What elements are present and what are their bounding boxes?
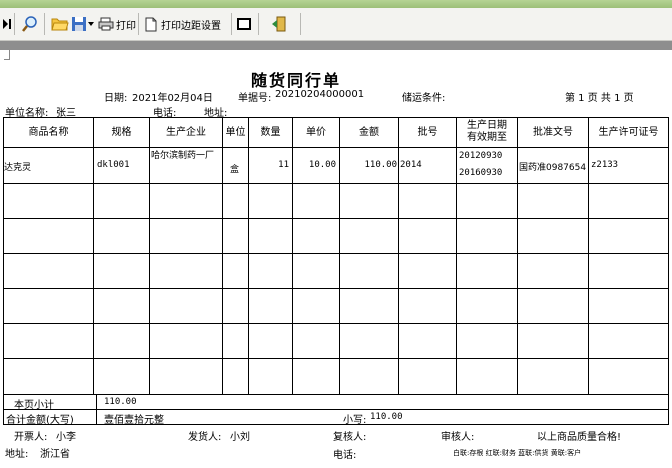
header-license-no: 生产许可证号	[598, 127, 659, 138]
drawer-value: 小李	[56, 432, 76, 443]
page-subtotal-value: 110.00	[104, 397, 137, 407]
header-spec: 规格	[111, 127, 132, 138]
header-quantity: 数量	[260, 127, 281, 138]
cell-license-no: z2133	[591, 160, 619, 170]
footer-address-value: 浙江省	[40, 449, 70, 460]
header-production-expiry-date: 生产日期 有效期至	[467, 120, 507, 143]
goods-table-grid	[3, 117, 669, 425]
footer-address-label: 地址:	[5, 449, 29, 460]
checker-label: 复核人:	[333, 432, 367, 443]
header-batch-no: 批号	[417, 127, 438, 138]
cell-expiry-date: 20160930	[459, 168, 503, 178]
footer-phone-label: 电话:	[333, 450, 357, 461]
total-upper-value: 壹佰壹拾元整	[104, 415, 164, 426]
total-small-value: 110.00	[370, 412, 403, 422]
header-unit: 单位	[225, 127, 246, 138]
total-label: 合计金额(大写)	[6, 415, 74, 426]
shipper-value: 小刘	[230, 432, 250, 443]
header-approval-no: 批准文号	[533, 127, 573, 138]
cell-approval-no: 国药准0987654	[519, 163, 587, 173]
quality-note: 以上商品质量合格!	[537, 432, 622, 443]
total-small-label: 小写:	[343, 415, 367, 426]
header-manufacturer: 生产企业	[166, 127, 206, 138]
copies-note: 白联:存根 红联:财务 蓝联:供货 黄联:客户	[453, 449, 582, 457]
cell-production-date: 20120930	[459, 151, 503, 161]
auditor-label: 审核人:	[441, 432, 475, 443]
cell-manufacturer: 哈尔滨制药一厂	[151, 151, 215, 161]
header-product-name: 商品名称	[28, 127, 69, 138]
shipper-label: 发货人:	[188, 432, 222, 443]
cell-spec: dkl001	[97, 160, 130, 170]
cell-unit: 盒	[230, 165, 240, 175]
cell-amount: 110.00	[364, 160, 397, 170]
header-amount: 金额	[359, 127, 379, 138]
header-unit-price: 单价	[306, 127, 326, 138]
drawer-label: 开票人:	[14, 432, 48, 443]
page-subtotal-label: 本页小计	[14, 400, 54, 411]
cell-batch-no: 2014	[400, 160, 422, 170]
cell-product-name: 达克灵	[4, 163, 32, 173]
cell-unit-price: 10.00	[308, 160, 336, 170]
cell-quantity: 11	[278, 160, 289, 170]
